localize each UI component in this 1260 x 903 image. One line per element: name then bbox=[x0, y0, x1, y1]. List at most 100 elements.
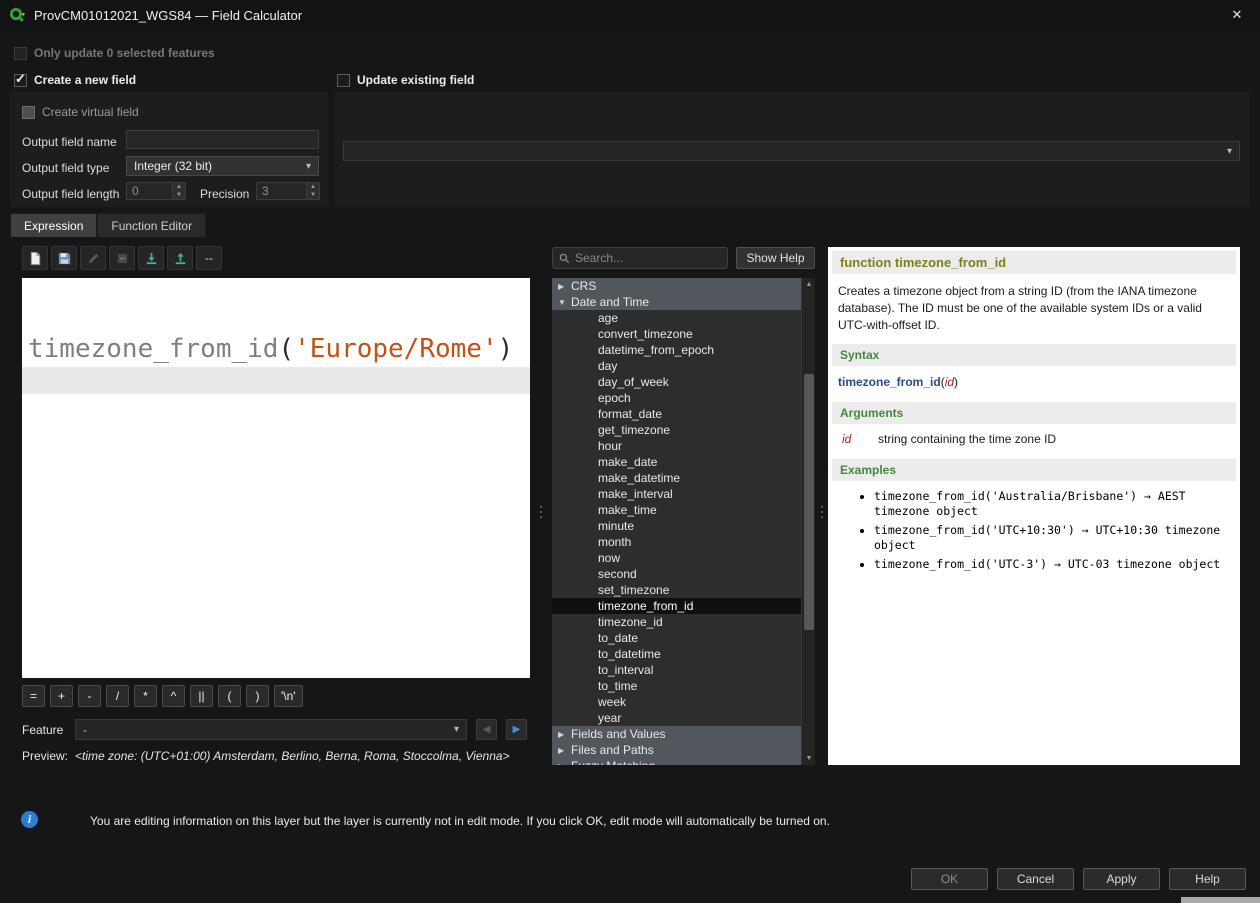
only-update-checkbox[interactable] bbox=[14, 47, 27, 60]
previous-feature-button[interactable]: ◀ bbox=[476, 719, 497, 740]
cancel-button[interactable]: Cancel bbox=[997, 868, 1074, 890]
expression-editor[interactable]: timezone_from_id('Europe/Rome') bbox=[22, 278, 530, 678]
tree-item-make-datetime[interactable]: make_datetime bbox=[552, 470, 801, 486]
tree-group-fuzzy-matching[interactable]: ▶Fuzzy Matching bbox=[552, 758, 801, 765]
show-help-button[interactable]: Show Help bbox=[736, 247, 815, 269]
operator-button-6[interactable]: || bbox=[190, 685, 213, 707]
operator-button-1[interactable]: + bbox=[50, 685, 73, 707]
tree-item-hour[interactable]: hour bbox=[552, 438, 801, 454]
new-field-group: Create virtual field Output field name O… bbox=[10, 92, 328, 207]
apply-button[interactable]: Apply bbox=[1083, 868, 1160, 890]
create-new-field-label: Create a new field bbox=[34, 73, 136, 87]
create-virtual-checkbox-row[interactable]: Create virtual field bbox=[22, 105, 139, 119]
tree-item-make-time[interactable]: make_time bbox=[552, 502, 801, 518]
operator-button-7[interactable]: ( bbox=[218, 685, 241, 707]
tree-item-datetime-from-epoch[interactable]: datetime_from_epoch bbox=[552, 342, 801, 358]
tree-item-second[interactable]: second bbox=[552, 566, 801, 582]
help-button[interactable]: Help bbox=[1169, 868, 1246, 890]
remove-expression-button[interactable] bbox=[109, 246, 135, 270]
operator-button-5[interactable]: ^ bbox=[162, 685, 185, 707]
operator-button-4[interactable]: * bbox=[134, 685, 157, 707]
create-virtual-checkbox[interactable] bbox=[22, 106, 35, 119]
tree-item-convert-timezone[interactable]: convert_timezone bbox=[552, 326, 801, 342]
spin-up-icon[interactable]: ▲ bbox=[173, 183, 185, 191]
output-field-name-input[interactable] bbox=[126, 130, 319, 149]
spin-down-icon[interactable]: ▼ bbox=[307, 191, 319, 199]
save-expression-button[interactable] bbox=[51, 246, 77, 270]
tree-item-format-date[interactable]: format_date bbox=[552, 406, 801, 422]
tree-item-age[interactable]: age bbox=[552, 310, 801, 326]
operator-button-0[interactable]: = bbox=[22, 685, 45, 707]
update-existing-checkbox-row[interactable]: Update existing field bbox=[337, 73, 474, 87]
tree-item-to-interval[interactable]: to_interval bbox=[552, 662, 801, 678]
scrollbar-thumb[interactable] bbox=[804, 374, 814, 630]
stepper-buttons[interactable]: ▲▼ bbox=[172, 183, 185, 199]
tree-item-epoch[interactable]: epoch bbox=[552, 390, 801, 406]
operator-button-8[interactable]: ) bbox=[246, 685, 269, 707]
spin-down-icon[interactable]: ▼ bbox=[173, 191, 185, 199]
tree-label: convert_timezone bbox=[598, 327, 693, 341]
precision-stepper[interactable]: 3 ▲▼ bbox=[256, 182, 320, 200]
search-input[interactable] bbox=[575, 251, 721, 265]
tree-item-year[interactable]: year bbox=[552, 710, 801, 726]
tree-item-minute[interactable]: minute bbox=[552, 518, 801, 534]
tree-item-timezone-id[interactable]: timezone_id bbox=[552, 614, 801, 630]
tree-scrollbar[interactable]: ▲ ▼ bbox=[801, 278, 815, 765]
tree-group-files-and-paths[interactable]: ▶Files and Paths bbox=[552, 742, 801, 758]
tree-item-month[interactable]: month bbox=[552, 534, 801, 550]
tree-group-crs[interactable]: ▶CRS bbox=[552, 278, 801, 294]
tree-item-to-date[interactable]: to_date bbox=[552, 630, 801, 646]
tree-item-to-datetime[interactable]: to_datetime bbox=[552, 646, 801, 662]
chevron-down-icon: ▾ bbox=[306, 161, 311, 172]
comment-button[interactable]: -- bbox=[196, 246, 222, 270]
scroll-up-icon[interactable]: ▲ bbox=[802, 278, 815, 291]
tree-item-day-of-week[interactable]: day_of_week bbox=[552, 374, 801, 390]
create-new-field-checkbox[interactable]: ✓ bbox=[14, 74, 27, 87]
export-expressions-button[interactable] bbox=[167, 246, 193, 270]
only-update-checkbox-row[interactable]: Only update 0 selected features bbox=[14, 46, 215, 60]
chevron-right-icon[interactable]: ▶ bbox=[558, 730, 571, 739]
import-expressions-button[interactable] bbox=[138, 246, 164, 270]
tree-group-fields-and-values[interactable]: ▶Fields and Values bbox=[552, 726, 801, 742]
tree-item-to-time[interactable]: to_time bbox=[552, 678, 801, 694]
update-existing-checkbox[interactable] bbox=[337, 74, 350, 87]
spin-up-icon[interactable]: ▲ bbox=[307, 183, 319, 191]
edit-expression-button[interactable] bbox=[80, 246, 106, 270]
scroll-down-icon[interactable]: ▼ bbox=[802, 752, 815, 765]
tree-label: to_time bbox=[598, 679, 637, 693]
chevron-right-icon[interactable]: ▶ bbox=[558, 282, 571, 291]
function-search-box[interactable] bbox=[552, 247, 728, 269]
operator-button-2[interactable]: - bbox=[78, 685, 101, 707]
feature-combo[interactable]: - ▾ bbox=[75, 719, 467, 740]
tree-item-week[interactable]: week bbox=[552, 694, 801, 710]
operator-button-3[interactable]: / bbox=[106, 685, 129, 707]
tree-item-day[interactable]: day bbox=[552, 358, 801, 374]
feature-label: Feature bbox=[22, 723, 63, 737]
splitter-handle-right[interactable] bbox=[818, 494, 826, 530]
create-new-field-checkbox-row[interactable]: ✓ Create a new field bbox=[14, 73, 136, 87]
tree-item-set-timezone[interactable]: set_timezone bbox=[552, 582, 801, 598]
output-field-length-stepper[interactable]: 0 ▲▼ bbox=[126, 182, 186, 200]
save-icon bbox=[57, 251, 72, 266]
next-feature-button[interactable]: ▶ bbox=[506, 719, 527, 740]
feature-row: Feature - ▾ ◀ ▶ bbox=[22, 719, 530, 741]
close-icon[interactable]: ✕ bbox=[1214, 0, 1260, 30]
new-expression-button[interactable] bbox=[22, 246, 48, 270]
tab-expression[interactable]: Expression bbox=[10, 213, 97, 237]
tab-function-editor[interactable]: Function Editor bbox=[97, 213, 206, 237]
chevron-right-icon[interactable]: ▶ bbox=[558, 762, 571, 766]
tree-group-date-and-time[interactable]: ▼Date and Time bbox=[552, 294, 801, 310]
ok-button[interactable]: OK bbox=[911, 868, 988, 890]
existing-field-combo[interactable]: ▾ bbox=[343, 141, 1240, 161]
tree-item-get-timezone[interactable]: get_timezone bbox=[552, 422, 801, 438]
tree-item-timezone-from-id[interactable]: timezone_from_id bbox=[552, 598, 801, 614]
splitter-handle-left[interactable] bbox=[537, 494, 545, 530]
tree-item-now[interactable]: now bbox=[552, 550, 801, 566]
tree-item-make-date[interactable]: make_date bbox=[552, 454, 801, 470]
operator-button-9[interactable]: '\n' bbox=[274, 685, 303, 707]
tree-item-make-interval[interactable]: make_interval bbox=[552, 486, 801, 502]
stepper-buttons[interactable]: ▲▼ bbox=[306, 183, 319, 199]
chevron-down-icon[interactable]: ▼ bbox=[558, 298, 571, 307]
chevron-right-icon[interactable]: ▶ bbox=[558, 746, 571, 755]
output-field-type-combo[interactable]: Integer (32 bit) ▾ bbox=[126, 156, 319, 176]
